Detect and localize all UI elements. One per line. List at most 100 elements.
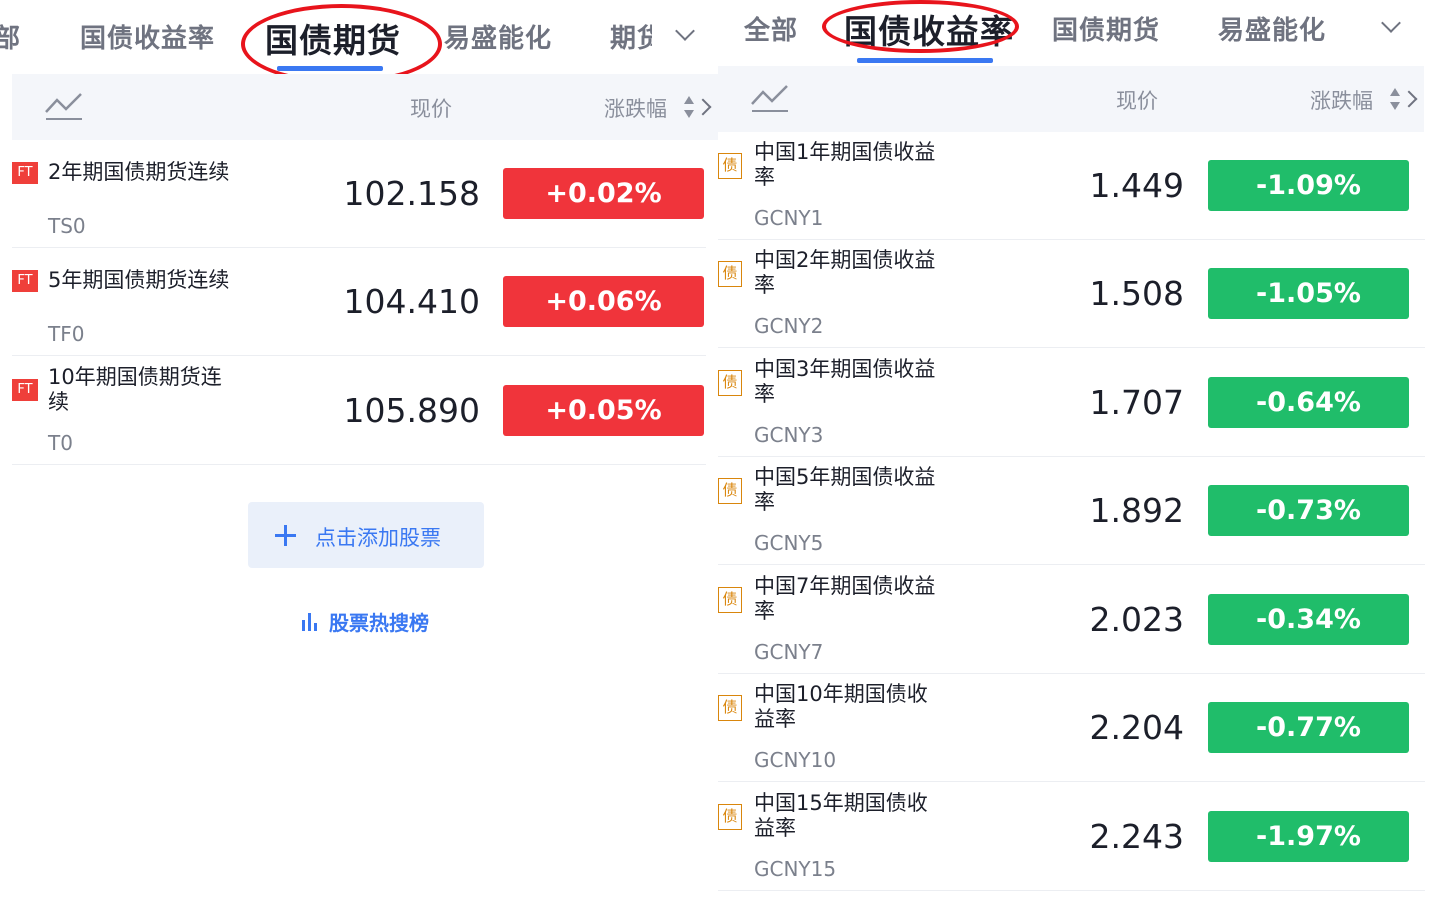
list-item[interactable]: 债 中国1年期国债收益 率 GCNY1 1.449 -1.09% (718, 132, 1437, 240)
tab-bar: 全部 国债收益率 国债期货 易盛能化 (718, 0, 1437, 72)
bond-badge: 债 (718, 587, 742, 613)
item-name-line2: 益率 (754, 707, 796, 731)
change-badge[interactable]: -0.77% (1208, 702, 1409, 753)
item-price: 102.158 (343, 174, 480, 213)
bond-badge: 债 (718, 153, 742, 179)
item-name-line2: 率 (754, 165, 775, 189)
bond-badge: 债 (718, 695, 742, 721)
item-code: TF0 (48, 322, 85, 346)
add-stock-label: 点击添加股票 (315, 526, 441, 550)
tab-energy-chem[interactable]: 易盛能化 (1218, 10, 1326, 47)
row-divider (718, 347, 1425, 348)
trend-line-icon[interactable] (45, 91, 83, 121)
sort-arrows-icon[interactable] (684, 96, 694, 118)
bond-badge: 债 (718, 261, 742, 287)
change-badge[interactable]: +0.05% (503, 385, 704, 436)
change-header[interactable]: 涨跌幅 (1310, 85, 1373, 115)
item-price: 2.204 (1089, 708, 1184, 747)
item-name-line1: 中国10年期国债收 (754, 682, 928, 706)
price-header: 现价 (410, 97, 452, 121)
bar-chart-icon (302, 613, 322, 631)
bond-badge: 债 (718, 804, 742, 830)
active-tab-underline (857, 58, 993, 63)
plus-icon (275, 525, 296, 546)
list-item[interactable]: FT 2年期国债期货连续 TS0 102.158 +0.02% (0, 140, 718, 248)
change-header[interactable]: 涨跌幅 (604, 93, 667, 123)
item-name: 5年期国债期货连续 (48, 268, 230, 292)
futures-badge: FT (12, 379, 38, 401)
item-price: 2.023 (1089, 600, 1184, 639)
item-price: 1.449 (1089, 166, 1184, 205)
bond-badge: 债 (718, 370, 742, 396)
item-code: GCNY7 (754, 640, 824, 664)
change-badge[interactable]: +0.06% (503, 276, 704, 327)
item-code: GCNY3 (754, 423, 824, 447)
change-badge[interactable]: -0.64% (1208, 377, 1409, 428)
item-name-line1: 中国2年期国债收益 (754, 248, 936, 272)
item-name-line1: 10年期国债期货连 (48, 365, 222, 389)
add-stock-button[interactable]: 点击添加股票 (248, 502, 484, 568)
right-panel: 全部 国债收益率 国债期货 易盛能化 现价 涨跌幅 债 中国1年期国债收益 率 … (718, 0, 1437, 904)
tab-all-partial[interactable]: 部 (0, 18, 21, 55)
item-name-line1: 中国5年期国债收益 (754, 465, 936, 489)
item-name-line2: 率 (754, 599, 775, 623)
item-code: GCNY2 (754, 314, 824, 338)
list-item[interactable]: 债 中国3年期国债收益 率 GCNY3 1.707 -0.64% (718, 349, 1437, 457)
list-item[interactable]: 债 中国7年期国债收益 率 GCNY7 2.023 -0.34% (718, 566, 1437, 674)
chevron-down-icon[interactable] (675, 21, 695, 41)
item-name-line1: 中国15年期国债收 (754, 791, 928, 815)
futures-badge: FT (12, 270, 38, 292)
item-price: 1.892 (1089, 491, 1184, 530)
list-header: 现价 涨跌幅 (718, 66, 1424, 132)
item-price: 105.890 (343, 391, 480, 430)
tab-bond-yield[interactable]: 国债收益率 (80, 18, 215, 55)
row-divider (12, 355, 706, 356)
list-item[interactable]: 债 中国15年期国债收 益率 GCNY15 2.243 -1.97% (718, 783, 1437, 891)
item-code: GCNY10 (754, 748, 837, 772)
change-badge[interactable]: -1.05% (1208, 268, 1409, 319)
item-name-line2: 续 (48, 390, 69, 414)
chevron-right-icon[interactable] (1400, 90, 1418, 108)
item-price: 2.243 (1089, 817, 1184, 856)
list-header: 现价 涨跌幅 (12, 74, 718, 140)
list-item[interactable]: 债 中国5年期国债收益 率 GCNY5 1.892 -0.73% (718, 457, 1437, 565)
row-divider (718, 564, 1425, 565)
chevron-down-icon[interactable] (1381, 13, 1401, 33)
chevron-right-icon[interactable] (694, 98, 712, 116)
row-divider (12, 464, 706, 465)
list-item[interactable]: FT 10年期国债期货连 续 T0 105.890 +0.05% (0, 357, 718, 465)
list-item[interactable]: 债 中国2年期国债收益 率 GCNY2 1.508 -1.05% (718, 240, 1437, 348)
tab-bar: 部 国债收益率 国债期货 易盛能化 期货 (0, 0, 718, 84)
change-badge[interactable]: -1.09% (1208, 160, 1409, 211)
trend-line-icon[interactable] (751, 83, 789, 113)
list-item[interactable]: FT 5年期国债期货连续 TF0 104.410 +0.06% (0, 248, 718, 356)
tab-all[interactable]: 全部 (744, 10, 798, 47)
highlight-oval (241, 4, 442, 84)
item-name-line2: 率 (754, 490, 775, 514)
item-price: 1.707 (1089, 383, 1184, 422)
item-code: GCNY15 (754, 857, 837, 881)
tab-energy-chem[interactable]: 易盛能化 (444, 18, 552, 55)
item-price: 104.410 (343, 282, 480, 321)
item-name-line1: 中国7年期国债收益 (754, 574, 936, 598)
item-code: GCNY1 (754, 206, 824, 230)
price-header: 现价 (1116, 89, 1158, 113)
change-badge[interactable]: +0.02% (503, 168, 704, 219)
item-name-line1: 中国1年期国债收益 (754, 140, 936, 164)
tab-futures-partial[interactable]: 期货 (610, 18, 652, 55)
list-item[interactable]: 债 中国10年期国债收 益率 GCNY10 2.204 -0.77% (718, 674, 1437, 782)
item-price: 1.508 (1089, 274, 1184, 313)
futures-badge: FT (12, 162, 38, 184)
item-code: TS0 (48, 214, 86, 238)
item-name-line2: 率 (754, 382, 775, 406)
tab-bond-futures[interactable]: 国债期货 (1052, 10, 1160, 47)
row-divider (718, 781, 1425, 782)
change-badge[interactable]: -1.97% (1208, 811, 1409, 862)
sort-arrows-icon[interactable] (1390, 88, 1400, 110)
item-name-line2: 益率 (754, 816, 796, 840)
item-code: T0 (48, 431, 73, 455)
change-badge[interactable]: -0.73% (1208, 485, 1409, 536)
item-name: 2年期国债期货连续 (48, 160, 230, 184)
hot-stocks-label: 股票热搜榜 (329, 611, 429, 635)
change-badge[interactable]: -0.34% (1208, 594, 1409, 645)
